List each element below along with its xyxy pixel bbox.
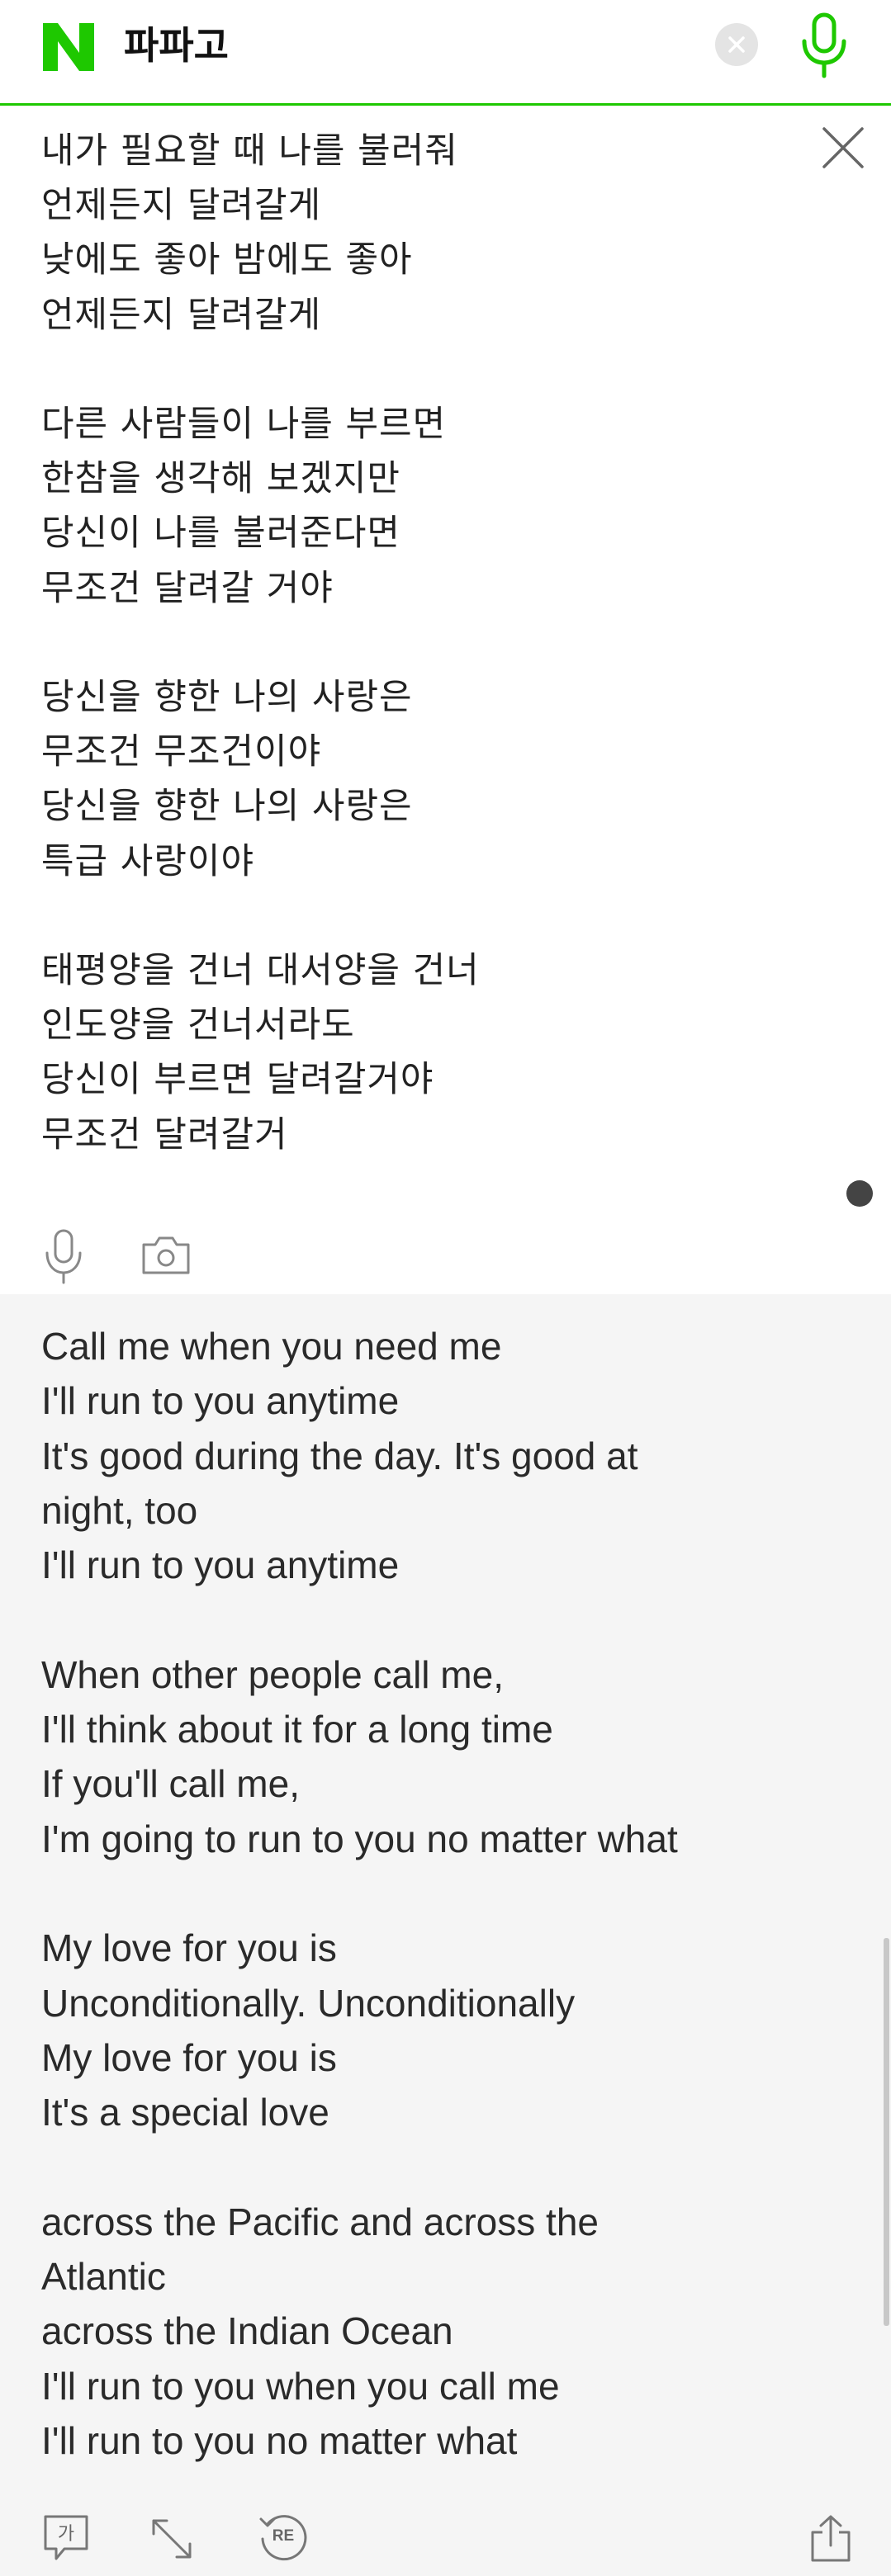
expand-icon[interactable] [149, 2516, 195, 2562]
scrollbar[interactable] [884, 1938, 889, 2326]
close-icon[interactable] [818, 122, 869, 173]
source-text[interactable]: 내가 필요할 때 나를 불러줘 언제든지 달려갈게 낮에도 좋아 밤에도 좋아 … [41, 124, 801, 1162]
camera-icon[interactable] [140, 1235, 192, 1276]
source-text-panel[interactable]: 내가 필요할 때 나를 불러줘 언제든지 달려갈게 낮에도 좋아 밤에도 좋아 … [0, 106, 891, 1294]
naver-logo[interactable] [41, 21, 96, 73]
clear-input-button[interactable] [715, 23, 758, 66]
clear-circle-icon [728, 36, 745, 53]
share-icon[interactable] [808, 2514, 854, 2564]
source-toolbar [0, 1203, 891, 1294]
replay-button[interactable]: RE [258, 2512, 307, 2564]
translation-panel: Call me when you need me I'll run to you… [0, 1294, 891, 2576]
translated-text: Call me when you need me I'll run to you… [41, 1325, 678, 2462]
app-header: 파파고 [0, 0, 891, 106]
replay-label: RE [272, 2527, 295, 2545]
app-title: 파파고 [124, 23, 229, 68]
microphone-icon[interactable] [43, 1228, 84, 1286]
translation-toolbar: 가 RE [0, 2507, 891, 2576]
honorific-label: 가 [57, 2524, 75, 2545]
honorific-button[interactable]: 가 [43, 2514, 89, 2562]
microphone-icon[interactable] [798, 12, 851, 81]
